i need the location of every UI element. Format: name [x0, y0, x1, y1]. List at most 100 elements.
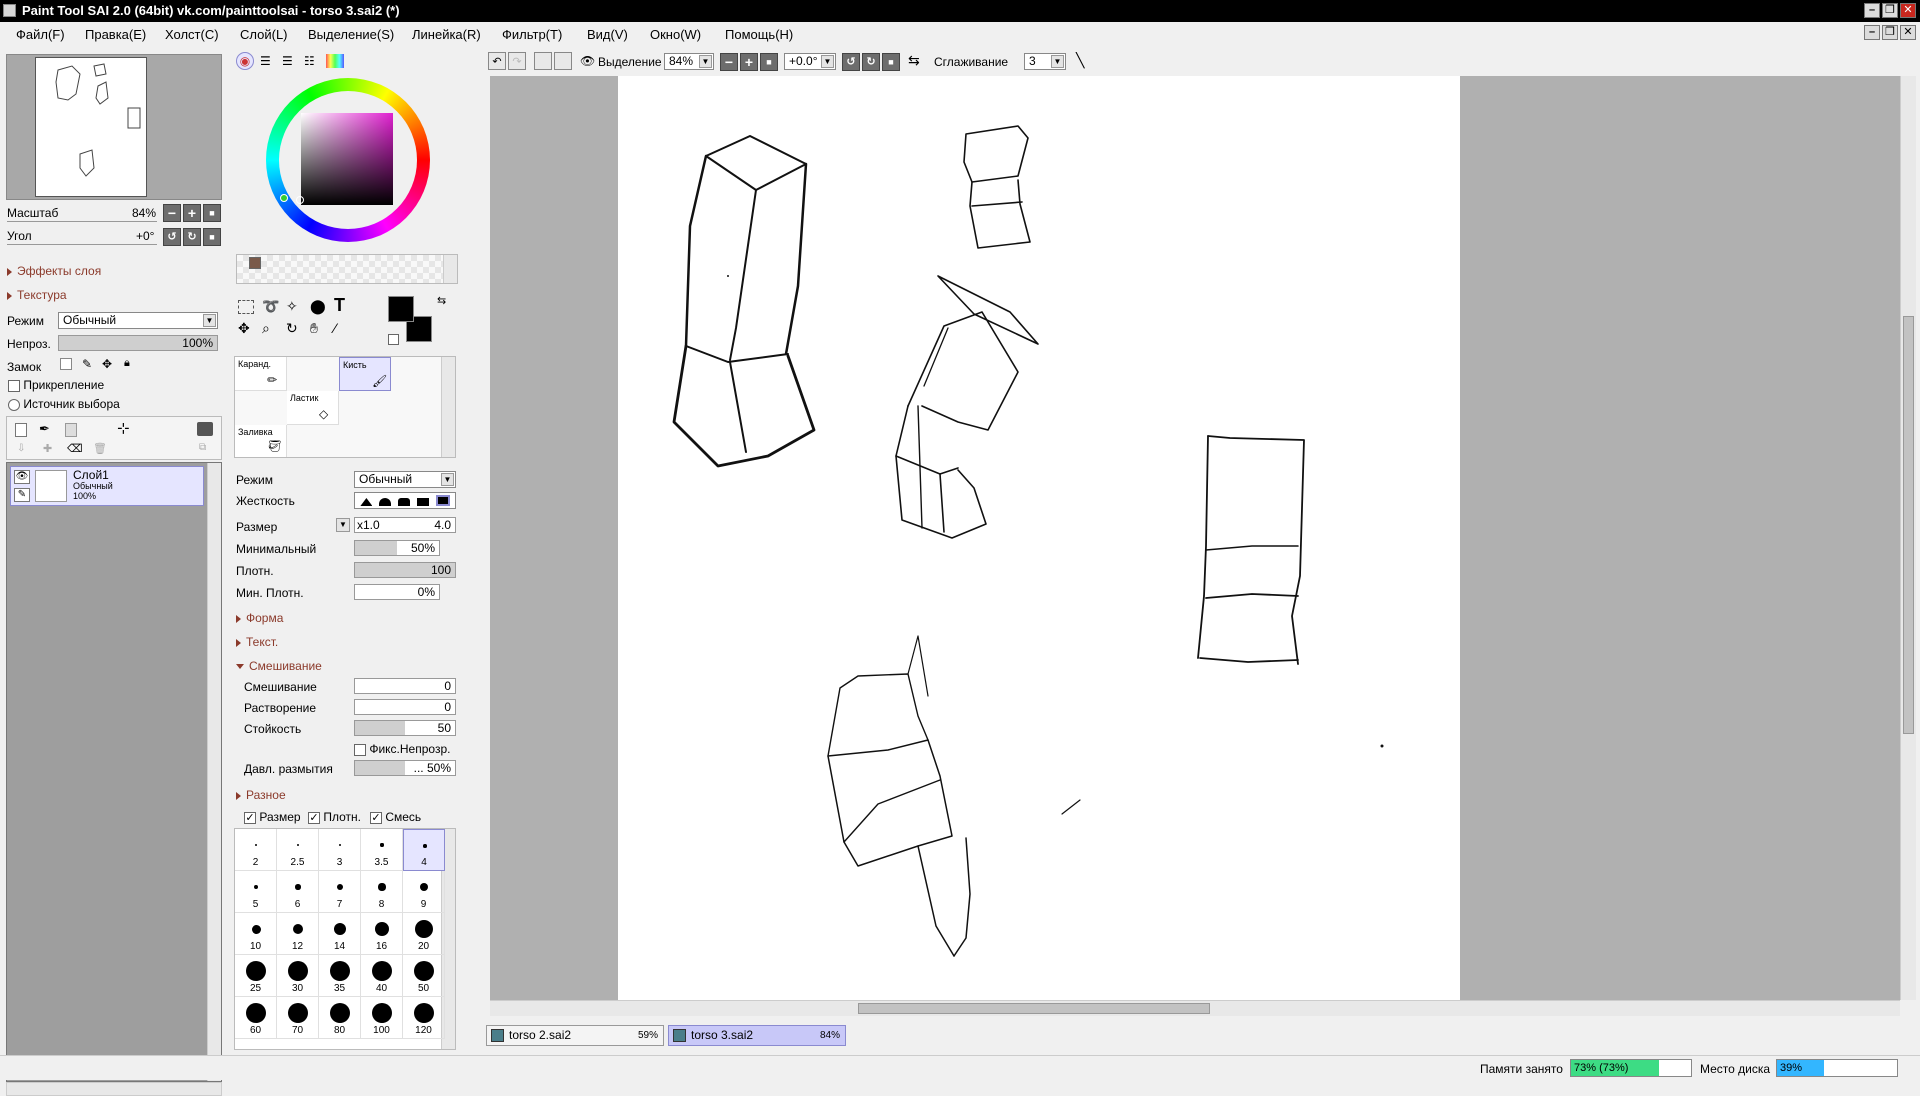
menu-filter[interactable]: Фильтр(T) [502, 27, 562, 42]
magic-wand-icon[interactable]: ✧ [286, 298, 298, 315]
brush-size-cell[interactable]: 20 [403, 913, 445, 955]
transparent-color-icon[interactable] [388, 334, 399, 345]
zoom-slider[interactable] [7, 221, 157, 222]
canvas-angle-dropdown[interactable]: +0.0° ▼ [784, 53, 836, 70]
menu-ruler[interactable]: Линейка(R) [412, 27, 481, 42]
hand-tool-icon[interactable]: ✋︎ [310, 320, 318, 337]
new-layer-icon[interactable] [15, 423, 27, 437]
shape-section[interactable]: Форма [236, 611, 283, 625]
rotate-reset-button[interactable]: ■ [203, 228, 221, 246]
maximize-button[interactable]: ❐ [1882, 3, 1898, 18]
layer-mask-icon[interactable] [197, 422, 213, 436]
persistence-slider[interactable]: 50 [354, 720, 456, 736]
navigator-preview[interactable] [6, 54, 222, 200]
lock-paint-icon[interactable]: ✎ [82, 357, 92, 371]
hsv-slider-icon[interactable]: ☰ [282, 54, 293, 68]
brush-mode-dropdown[interactable]: Обычный ▼ [354, 471, 456, 488]
smoothing-dropdown[interactable]: 3 ▼ [1024, 53, 1066, 70]
brush-size-cell[interactable]: 70 [277, 997, 319, 1039]
layer-row[interactable]: 👁︎ ✎ Слой1 Обычный 100% [10, 466, 204, 506]
zoom-tool-icon[interactable]: ⌕ [262, 320, 270, 337]
new-folder-icon[interactable] [65, 423, 77, 437]
eraser-tool-slot[interactable]: Ластик ◇ [287, 391, 339, 425]
brush-size-cell[interactable]: 25 [235, 955, 277, 997]
canvas-hscrollbar[interactable] [490, 1000, 1900, 1016]
brush-size-cell[interactable]: 5 [235, 871, 277, 913]
dilution-slider[interactable]: 0 [354, 699, 456, 715]
swap-colors-icon[interactable]: ⇆ [437, 294, 446, 307]
flip-horizontal-icon[interactable]: ⇆ [908, 52, 920, 69]
rgb-slider-icon[interactable]: ☰ [260, 54, 271, 68]
hardness-4[interactable] [416, 498, 429, 506]
layers-scrollbar[interactable] [207, 463, 221, 1081]
rotate-right-button[interactable]: ↻ [183, 228, 201, 246]
color-wheel[interactable] [266, 78, 430, 242]
redo-button[interactable]: ↷ [508, 52, 526, 70]
swatches-icon[interactable]: ☷ [304, 54, 315, 68]
density-pressure-checkbox[interactable]: ✓ Плотн. [308, 810, 361, 824]
invert-selection-button[interactable] [554, 52, 572, 70]
copy-layer-icon[interactable]: ✚ [43, 442, 52, 455]
brush-size-cell[interactable]: 7 [319, 871, 361, 913]
canvas-hscroll-thumb[interactable] [858, 1003, 1210, 1014]
hardness-selector[interactable] [354, 492, 456, 509]
merge-down-icon[interactable]: ⇩ [17, 443, 25, 454]
layer-pen-icon[interactable]: ✎ [14, 488, 30, 502]
layer-effects-section[interactable]: Эффекты слоя [7, 264, 101, 278]
blending-section[interactable]: Смешивание [236, 659, 322, 673]
deselect-button[interactable] [534, 52, 552, 70]
minimize-button[interactable]: – [1864, 3, 1880, 18]
size-slider[interactable]: x1.0 4.0 [354, 517, 456, 533]
hardness-5-selected[interactable] [435, 495, 450, 506]
canvas-viewport[interactable] [490, 76, 1900, 1000]
size-multiplier-dropdown[interactable]: ▼ [336, 518, 350, 532]
zoom-reset-button[interactable]: ■ [203, 204, 221, 222]
brush-size-cell[interactable]: 6 [277, 871, 319, 913]
mask-apply-icon[interactable]: ⧉ [199, 442, 206, 453]
brush-size-cell[interactable]: 100 [361, 997, 403, 1039]
brush-size-cell[interactable]: 9 [403, 871, 445, 913]
recent-color-swatch[interactable] [249, 257, 261, 269]
primary-color-swatch[interactable] [388, 296, 414, 322]
undo-button[interactable]: ↶ [488, 52, 506, 70]
angle-slider[interactable] [7, 244, 157, 245]
scratchpad-icon[interactable] [326, 54, 344, 68]
canvas-zoom-out-button[interactable]: − [720, 53, 738, 71]
swatch-scrollbar[interactable] [443, 255, 457, 283]
delete-layer-icon[interactable]: 🗑︎ [93, 442, 107, 455]
brush-size-cell[interactable]: 35 [319, 955, 361, 997]
zoom-in-button[interactable]: + [183, 204, 201, 222]
doc-minimize-button[interactable]: – [1864, 25, 1880, 40]
rotate-tool-icon[interactable]: ↻ [286, 320, 298, 337]
rotate-left-button[interactable]: ↺ [163, 228, 181, 246]
fix-opacity-checkbox[interactable]: Фикс.Непрозр. [354, 742, 450, 756]
visibility-eye-icon[interactable]: 👁︎ [14, 470, 30, 484]
brush-size-cell[interactable]: 8 [361, 871, 403, 913]
texture-section[interactable]: Текстура [7, 288, 67, 302]
canvas-paper[interactable] [618, 76, 1460, 1000]
shape-select-icon[interactable]: ⬤ [310, 298, 326, 315]
menu-file[interactable]: Файл(F) [16, 27, 65, 42]
doc-restore-button[interactable]: ❐ [1882, 25, 1898, 40]
brush-slots-scrollbar[interactable] [441, 357, 455, 457]
hardness-3[interactable] [397, 498, 410, 506]
layer-mode-dropdown[interactable]: Обычный ▼ [58, 312, 218, 329]
brush-size-cell[interactable]: 60 [235, 997, 277, 1039]
blur-pressure-slider[interactable]: ... 50% [354, 760, 456, 776]
brush-size-cell[interactable]: 40 [361, 955, 403, 997]
brush-size-cell[interactable]: 30 [277, 955, 319, 997]
brush-size-cell[interactable]: 16 [361, 913, 403, 955]
canvas-vscroll-thumb[interactable] [1903, 316, 1914, 734]
selection-source-radio[interactable]: Источник выбора [8, 397, 120, 411]
menu-help[interactable]: Помощь(H) [725, 27, 793, 42]
lock-transparency-icon[interactable] [60, 358, 72, 370]
fill-tool-slot[interactable]: Заливка 🪣︎ [235, 425, 287, 457]
layer-transform-icon[interactable]: ⊹ [117, 419, 130, 437]
straight-line-icon[interactable]: ╲ [1076, 52, 1084, 69]
brush-size-cell[interactable]: 120 [403, 997, 445, 1039]
hardness-2[interactable] [379, 498, 392, 506]
brush-size-cell[interactable]: 3.5 [361, 829, 403, 871]
menu-view[interactable]: Вид(V) [587, 27, 628, 42]
brush-size-cell[interactable]: 2.5 [277, 829, 319, 871]
brush-tool-slot[interactable]: Кисть 🖌︎ [339, 357, 391, 391]
